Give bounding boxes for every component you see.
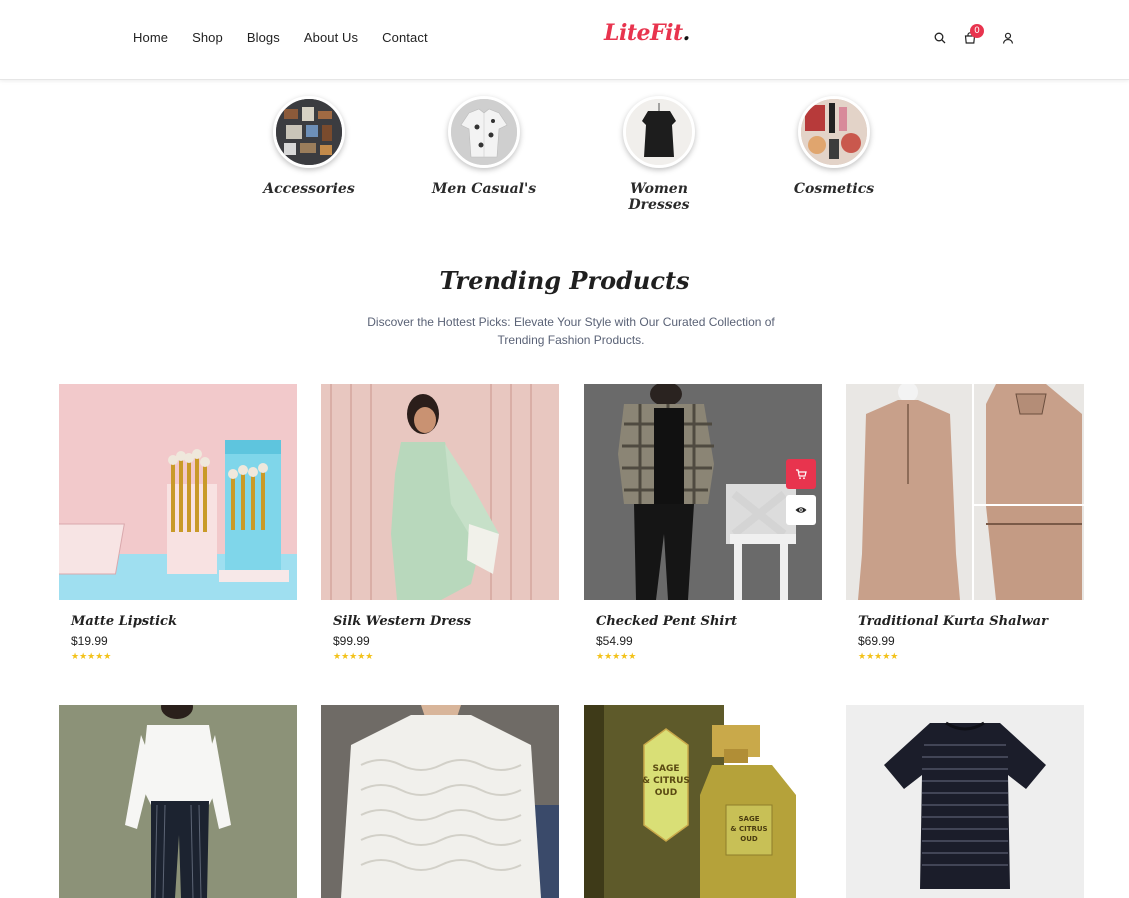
- quick-view-button[interactable]: [786, 495, 816, 525]
- category-cosmetics-image: [798, 96, 870, 168]
- product-price: $19.99: [71, 634, 108, 648]
- perfume-bottle-label: OUD: [740, 835, 758, 843]
- product-image[interactable]: SAGE & CITRUS OUD SAGE & CITRUS OUD: [584, 705, 822, 898]
- product-name[interactable]: Matte Lipstick: [71, 614, 297, 629]
- product-price: $54.99: [596, 634, 633, 648]
- header-icons: 0: [932, 24, 1030, 46]
- product-card[interactable]: Traditional Kurta Shalwar $69.99 ★★★★★: [846, 384, 1084, 662]
- site-logo[interactable]: LiteFit.: [604, 20, 690, 46]
- product-image[interactable]: [846, 384, 1084, 600]
- product-card[interactable]: [321, 705, 559, 898]
- product-card[interactable]: SAGE & CITRUS OUD SAGE & CITRUS OUD: [584, 705, 822, 898]
- nav-blogs[interactable]: Blogs: [247, 30, 280, 45]
- category-accessories[interactable]: Accessories: [249, 96, 369, 197]
- category-label: Cosmetics: [793, 181, 875, 197]
- product-image[interactable]: [59, 384, 297, 600]
- product-name[interactable]: Traditional Kurta Shalwar: [858, 614, 1084, 629]
- product-rating-stars: ★★★★★: [333, 651, 374, 661]
- category-cosmetics[interactable]: Cosmetics: [774, 96, 894, 197]
- nav-contact[interactable]: Contact: [382, 30, 428, 45]
- nav-about-us[interactable]: About Us: [304, 30, 358, 45]
- section-subtitle: Discover the Hottest Picks: Elevate Your…: [367, 315, 775, 347]
- product-rating-stars: ★★★★★: [858, 651, 899, 661]
- product-card[interactable]: Matte Lipstick $19.99 ★★★★★: [59, 384, 297, 662]
- search-icon[interactable]: [932, 30, 948, 46]
- category-men-casuals[interactable]: Men Casual's: [424, 96, 544, 197]
- product-name[interactable]: Silk Western Dress: [333, 614, 559, 629]
- add-to-cart-button[interactable]: [786, 459, 816, 489]
- nav-home[interactable]: Home: [133, 30, 168, 45]
- main-nav: Home Shop Blogs About Us Contact: [133, 30, 452, 45]
- site-header: Home Shop Blogs About Us Contact LiteFit…: [0, 0, 1129, 80]
- cart-count-badge: 0: [970, 24, 984, 38]
- product-price: $99.99: [333, 634, 370, 648]
- perfume-bottle-label: & CITRUS: [730, 825, 767, 833]
- logo-text: LiteFit: [604, 20, 683, 46]
- cart-icon[interactable]: 0: [962, 24, 984, 46]
- category-label: Accessories: [263, 181, 355, 197]
- product-card[interactable]: Checked Pent Shirt $54.99 ★★★★★: [584, 384, 822, 662]
- eye-icon: [795, 507, 807, 513]
- perfume-box-label: OUD: [655, 788, 677, 798]
- category-women-dresses-image: [623, 96, 695, 168]
- product-image[interactable]: [846, 705, 1084, 898]
- category-women-dresses[interactable]: Women Dresses: [599, 96, 719, 213]
- perfume-box-label: & CITRUS: [642, 776, 690, 786]
- product-rating-stars: ★★★★★: [71, 651, 112, 661]
- category-accessories-image: [273, 96, 345, 168]
- product-image[interactable]: [59, 705, 297, 898]
- logo-dot: .: [682, 20, 691, 46]
- section-title: Trending Products: [439, 266, 690, 295]
- category-label: Men Casual's: [431, 181, 537, 197]
- product-card[interactable]: Silk Western Dress $99.99 ★★★★★: [321, 384, 559, 662]
- product-image[interactable]: [321, 384, 559, 600]
- perfume-box-label: SAGE: [653, 764, 680, 774]
- category-label: Women Dresses: [628, 181, 690, 213]
- category-men-casuals-image: [448, 96, 520, 168]
- product-card[interactable]: [846, 705, 1084, 898]
- user-icon[interactable]: [1000, 30, 1016, 46]
- product-image[interactable]: [321, 705, 559, 898]
- product-price: $69.99: [858, 634, 895, 648]
- cart-icon: [796, 469, 807, 480]
- product-rating-stars: ★★★★★: [596, 651, 637, 661]
- perfume-bottle-label: SAGE: [739, 815, 760, 823]
- product-image[interactable]: [584, 384, 822, 600]
- nav-shop[interactable]: Shop: [192, 30, 223, 45]
- product-name[interactable]: Checked Pent Shirt: [596, 614, 822, 629]
- product-card[interactable]: [59, 705, 297, 898]
